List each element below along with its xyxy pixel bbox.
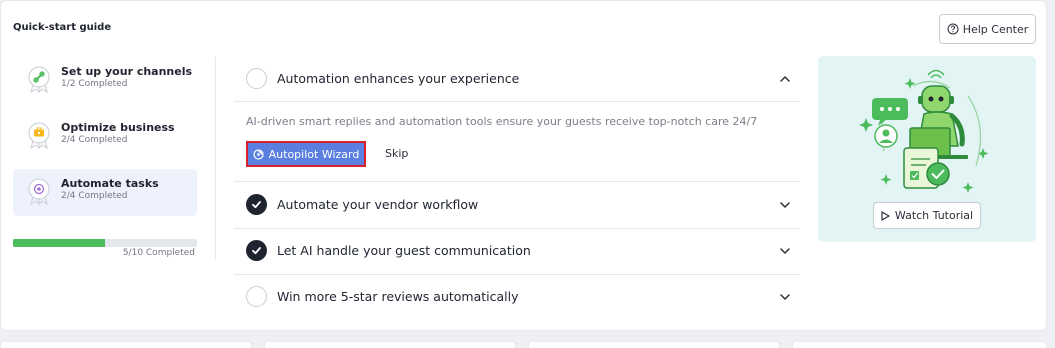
accordion-title: Win more 5-star reviews automatically	[277, 289, 519, 304]
check-circle-icon	[246, 240, 267, 261]
progress-label: 5/10 Completed	[122, 248, 195, 258]
chevron-up-icon	[780, 76, 790, 82]
next-card	[264, 341, 516, 348]
step-set-up-channels[interactable]: Set up your channels 1/2 Completed	[13, 57, 197, 104]
autopilot-wizard-label: Autopilot Wizard	[268, 147, 360, 161]
accordion-description: AI-driven smart replies and automation t…	[246, 115, 758, 128]
accordion-item-vendor-workflow[interactable]: Automate your vendor workflow	[234, 182, 800, 229]
help-center-label: Help Center	[962, 22, 1029, 36]
step-title: Set up your channels	[61, 65, 193, 78]
business-icon	[28, 122, 50, 149]
check-circle-icon	[246, 194, 267, 215]
accordion-title: Let AI handle your guest communication	[277, 243, 531, 258]
incomplete-circle-icon	[246, 68, 267, 89]
autopilot-wizard-button[interactable]: Autopilot Wizard	[246, 141, 366, 167]
step-title: Automate tasks	[61, 177, 159, 190]
page-title: Quick-start guide	[13, 22, 112, 33]
accordion-title: Automation enhances your experience	[277, 71, 520, 86]
play-icon	[881, 210, 890, 221]
accordion-header[interactable]: Automate your vendor workflow	[234, 182, 800, 228]
next-card	[792, 341, 1047, 348]
step-optimize-business[interactable]: Optimize business 2/4 Completed	[13, 113, 197, 160]
question-circle-icon	[947, 23, 959, 35]
accordion-header[interactable]: Automation enhances your experience	[234, 56, 800, 102]
chevron-down-icon	[780, 294, 790, 300]
accordion-title: Automate your vendor workflow	[277, 197, 479, 212]
automation-icon	[28, 178, 50, 205]
next-card	[0, 341, 252, 348]
accordion-header[interactable]: Win more 5-star reviews automatically	[234, 274, 800, 320]
step-automate-tasks[interactable]: Automate tasks 2/4 Completed	[13, 169, 197, 216]
quick-start-card: Quick-start guide Help Center Set up you…	[0, 0, 1047, 331]
chevron-down-icon	[780, 202, 790, 208]
skip-button[interactable]: Skip	[385, 147, 408, 160]
step-title: Optimize business	[61, 121, 175, 134]
watch-tutorial-button[interactable]: Watch Tutorial	[873, 202, 981, 229]
chevron-down-icon	[780, 248, 790, 254]
tutorial-illustration: Watch Tutorial	[818, 56, 1036, 242]
step-subtitle: 2/4 Completed	[61, 191, 128, 201]
progress-fill	[13, 239, 105, 247]
accordion-item-automation-experience: Automation enhances your experience AI-d…	[234, 56, 800, 182]
help-center-button[interactable]: Help Center	[939, 14, 1036, 44]
progress-bar	[13, 239, 197, 247]
link-icon	[28, 66, 50, 93]
step-subtitle: 1/2 Completed	[61, 79, 128, 89]
accordion-item-five-star-reviews[interactable]: Win more 5-star reviews automatically	[234, 274, 800, 321]
divider	[215, 57, 216, 260]
divider	[234, 101, 800, 102]
incomplete-circle-icon	[246, 286, 267, 307]
step-subtitle: 2/4 Completed	[61, 135, 128, 145]
next-card	[528, 341, 780, 348]
accordion-header[interactable]: Let AI handle your guest communication	[234, 228, 800, 274]
watch-tutorial-label: Watch Tutorial	[894, 209, 974, 222]
autopilot-icon	[253, 148, 264, 160]
accordion-item-guest-communication[interactable]: Let AI handle your guest communication	[234, 228, 800, 275]
